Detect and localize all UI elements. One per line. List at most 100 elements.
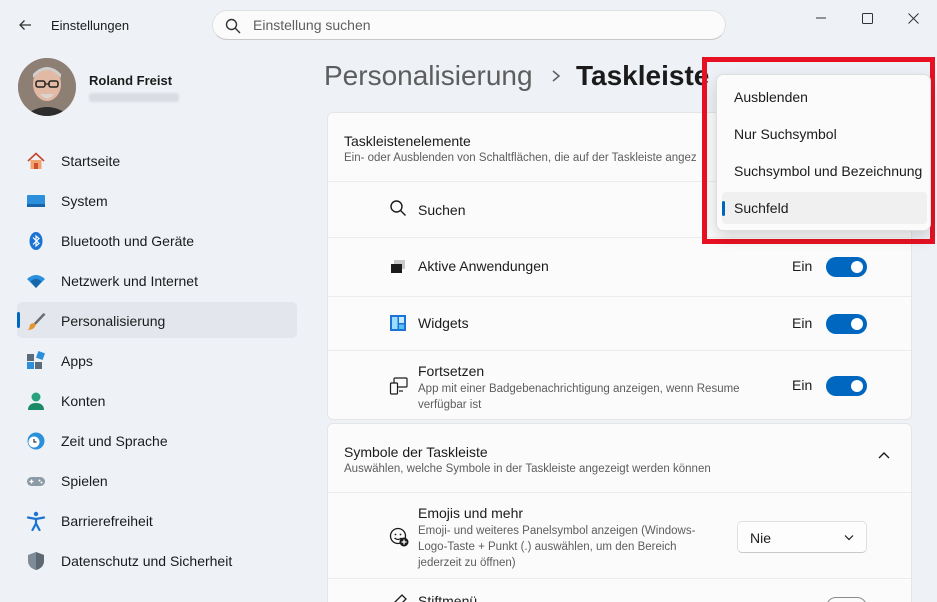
section-subtitle: Ein- oder Ausblenden von Schaltflächen, … xyxy=(344,152,697,164)
setting-description-line2: Logo-Taste + Punkt (.) auswählen, um den… xyxy=(418,541,677,553)
select-value: Nie xyxy=(750,530,772,546)
setting-label: Widgets xyxy=(418,315,469,331)
emojis-select[interactable]: Nie xyxy=(737,521,867,553)
dropdown-option-ausblenden[interactable]: Ausblenden xyxy=(722,81,927,113)
section-subtitle: Auswählen, welche Symbole in der Tasklei… xyxy=(344,463,711,475)
taskview-icon xyxy=(391,260,405,273)
search-icon xyxy=(225,18,241,34)
sidebar-item-zeit-sprache[interactable]: Zeit und Sprache xyxy=(17,422,297,458)
shield-icon xyxy=(28,552,44,570)
sidebar-item-label: Apps xyxy=(61,353,93,369)
sidebar-item-datenschutz[interactable]: Datenschutz und Sicherheit xyxy=(17,542,297,578)
sidebar-item-spielen[interactable]: Spielen xyxy=(17,462,297,498)
dropdown-option-label: Suchfeld xyxy=(734,200,789,216)
dropdown-option-suchfeld[interactable]: Suchfeld xyxy=(722,192,927,224)
toggle-state-label: Ein xyxy=(792,315,813,331)
sidebar-item-label: Spielen xyxy=(61,473,108,489)
monitor-icon xyxy=(27,195,45,207)
setting-row-aktive-anwendungen: Aktive Anwendungen Ein xyxy=(328,237,911,296)
stiftmenue-toggle[interactable] xyxy=(826,597,867,602)
account-icon xyxy=(28,392,44,410)
chevron-right-icon xyxy=(552,70,561,82)
clock-globe-icon xyxy=(27,432,45,450)
setting-row-stiftmenue: Stiftmenü xyxy=(328,578,911,602)
dropdown-option-label: Ausblenden xyxy=(734,89,808,105)
close-button[interactable] xyxy=(890,6,936,30)
fortsetzen-toggle[interactable] xyxy=(826,376,867,396)
aktive-anwendungen-toggle[interactable] xyxy=(826,257,867,277)
sidebar-item-apps[interactable]: Apps xyxy=(17,342,297,378)
taskbar-symbols-card: Symbole der Taskleiste Auswählen, welche… xyxy=(327,423,912,602)
widgets-icon xyxy=(390,315,406,331)
setting-label: Fortsetzen xyxy=(418,363,485,379)
app-title: Einstellungen xyxy=(51,18,130,33)
sidebar-nav: Startseite System Bluetooth und Geräte N… xyxy=(17,142,297,582)
setting-label: Stiftmenü xyxy=(418,593,478,602)
dropdown-option-suchsymbol-bezeichnung[interactable]: Suchsymbol und Bezeichnung xyxy=(722,155,927,187)
sidebar-item-label: Konten xyxy=(61,393,106,409)
gamepad-icon xyxy=(27,477,45,486)
sidebar-item-konten[interactable]: Konten xyxy=(17,382,297,418)
sidebar-item-bluetooth[interactable]: Bluetooth und Geräte xyxy=(17,222,297,258)
sidebar-item-netzwerk[interactable]: Netzwerk und Internet xyxy=(17,262,297,298)
sidebar-item-label: Personalisierung xyxy=(61,313,166,329)
section-title: Taskleistenelemente xyxy=(344,133,471,149)
setting-row-fortsetzen: Fortsetzen App mit einer Badgebenachrich… xyxy=(328,350,911,419)
widgets-toggle[interactable] xyxy=(826,314,867,334)
maximize-icon xyxy=(861,12,873,24)
setting-row-widgets: Widgets Ein xyxy=(328,296,911,350)
arrow-left-icon xyxy=(19,20,31,30)
resume-icon xyxy=(389,377,408,395)
setting-description-line3: jederzeit zu öffnen) xyxy=(418,557,516,569)
setting-label: Aktive Anwendungen xyxy=(418,258,549,274)
sidebar-item-personalisierung[interactable]: Personalisierung xyxy=(17,302,297,338)
avatar[interactable] xyxy=(18,58,76,116)
toggle-state-label: Ein xyxy=(792,377,813,393)
setting-label: Suchen xyxy=(418,202,466,218)
title-bar: Einstellungen xyxy=(0,0,937,50)
dropdown-option-label: Nur Suchsymbol xyxy=(734,126,837,142)
setting-label: Emojis und mehr xyxy=(418,505,524,521)
sidebar-item-startseite[interactable]: Startseite xyxy=(17,142,297,178)
setting-description-line1: Emoji- und weiteres Panelsymbol anzeigen… xyxy=(418,525,696,537)
emoji-icon xyxy=(389,527,409,547)
search-box[interactable] xyxy=(212,10,726,40)
search-input[interactable] xyxy=(253,15,713,35)
wifi-icon xyxy=(27,275,45,288)
avatar-photo-icon xyxy=(18,58,76,116)
setting-description-line1: App mit einer Badgebenachrichtigung anze… xyxy=(418,383,740,395)
dropdown-option-nur-suchsymbol[interactable]: Nur Suchsymbol xyxy=(722,118,927,150)
chevron-up-icon[interactable] xyxy=(877,450,891,460)
sidebar-item-label: Bluetooth und Geräte xyxy=(61,233,195,249)
home-icon xyxy=(27,152,45,169)
maximize-button[interactable] xyxy=(844,6,890,30)
minimize-button[interactable] xyxy=(798,6,844,30)
breadcrumb-parent[interactable]: Personalisierung xyxy=(324,60,533,92)
dropdown-option-label: Suchsymbol und Bezeichnung xyxy=(734,163,923,179)
chevron-down-icon xyxy=(844,535,854,541)
profile-email-redacted xyxy=(89,93,179,102)
sidebar-item-barrierefreiheit[interactable]: Barrierefreiheit xyxy=(17,502,297,538)
sidebar-item-label: Zeit und Sprache xyxy=(61,433,168,449)
sidebar-item-label: System xyxy=(61,193,108,209)
brush-icon xyxy=(27,313,46,330)
toggle-state-label: Ein xyxy=(792,258,813,274)
sidebar-item-label: Startseite xyxy=(61,153,121,169)
close-icon xyxy=(907,12,919,24)
bluetooth-icon xyxy=(29,232,43,250)
sidebar-item-label: Barrierefreiheit xyxy=(61,513,153,529)
minimize-icon xyxy=(816,17,826,19)
accessibility-icon xyxy=(26,511,46,531)
sidebar-item-label: Datenschutz und Sicherheit xyxy=(61,553,233,569)
page-title: Taskleiste xyxy=(576,60,710,91)
sidebar-item-label: Netzwerk und Internet xyxy=(61,273,198,289)
pen-icon xyxy=(394,594,407,602)
sidebar-item-system[interactable]: System xyxy=(17,182,297,218)
apps-icon xyxy=(27,351,45,369)
section-title: Symbole der Taskleiste xyxy=(344,444,488,460)
setting-row-emojis: Emojis und mehr Emoji- und weiteres Pane… xyxy=(328,492,911,578)
setting-description-line2: verfügbar ist xyxy=(418,399,482,411)
back-button[interactable] xyxy=(12,12,38,38)
section-header[interactable]: Symbole der Taskleiste Auswählen, welche… xyxy=(328,424,911,492)
profile-name: Roland Freist xyxy=(89,73,173,88)
